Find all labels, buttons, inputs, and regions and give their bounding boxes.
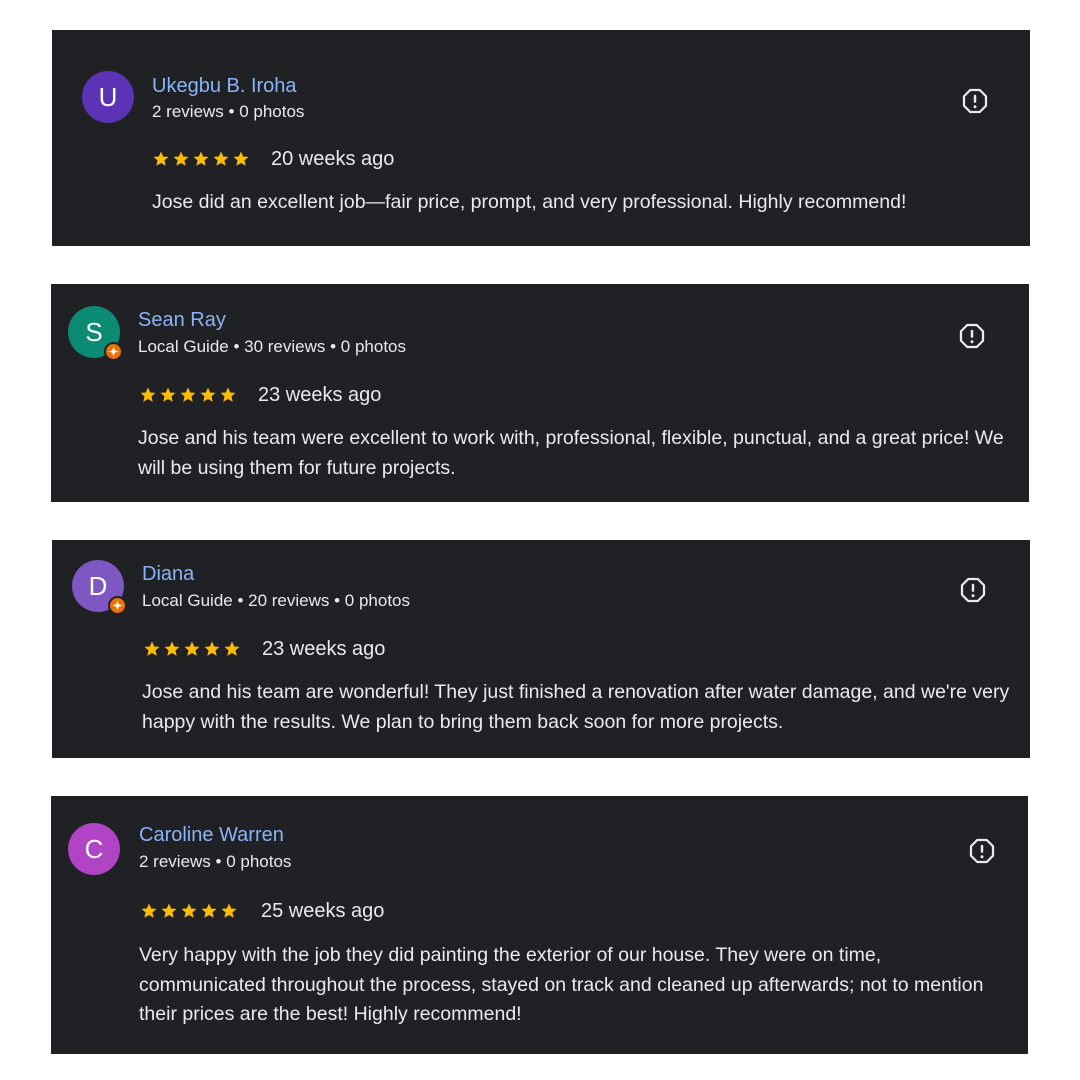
reviewer-name[interactable]: Sean Ray (138, 308, 226, 332)
star-icon (181, 903, 197, 918)
reviewer-name[interactable]: Caroline Warren (139, 823, 284, 847)
review-card: S Sean Ray Local Guide • 30 reviews • 0 … (51, 284, 1029, 502)
star-icon (184, 641, 200, 656)
star-icon (140, 387, 156, 402)
review-text: Very happy with the job they did paintin… (139, 944, 984, 1025)
star-icon (233, 151, 249, 166)
review-card: D Diana Local Guide • 20 reviews • 0 pho… (52, 540, 1030, 758)
report-button[interactable] (958, 575, 988, 605)
avatar[interactable]: D (72, 560, 127, 615)
star-icon (221, 903, 237, 918)
report-flag-icon (962, 88, 988, 114)
avatar[interactable]: C (68, 823, 120, 875)
star-rating (139, 386, 237, 404)
reviewer-meta: 2 reviews • 0 photos (152, 102, 305, 121)
avatar[interactable]: U (82, 71, 134, 123)
reviewer-name[interactable]: Diana (142, 562, 194, 586)
report-button[interactable] (960, 86, 990, 116)
local-guide-badge-icon (108, 596, 127, 615)
star-icon (160, 387, 176, 402)
review-text: Jose did an excellent job—fair price, pr… (152, 191, 907, 213)
review-card: C Caroline Warren 2 reviews • 0 photos 2… (51, 796, 1028, 1054)
star-icon (224, 641, 240, 656)
star-icon (173, 151, 189, 166)
report-flag-icon (960, 577, 986, 603)
report-flag-icon (959, 323, 985, 349)
avatar-initial: D (88, 570, 108, 601)
star-icon (180, 387, 196, 402)
review-date: 23 weeks ago (262, 638, 386, 660)
review-date: 20 weeks ago (271, 148, 395, 170)
local-guide-badge-icon (104, 342, 123, 361)
star-icon (200, 387, 216, 402)
reviewer-meta: Local Guide • 30 reviews • 0 photos (138, 337, 406, 356)
star-icon (164, 641, 180, 656)
star-icon (201, 903, 217, 918)
star-icon (144, 641, 160, 656)
star-icon (153, 151, 169, 166)
star-icon (220, 387, 236, 402)
star-rating (152, 150, 250, 168)
avatar-initial: S (85, 316, 103, 347)
report-button[interactable] (967, 836, 997, 866)
star-icon (193, 151, 209, 166)
star-icon (161, 903, 177, 918)
review-text: Jose and his team were excellent to work… (138, 427, 1004, 479)
star-icon (204, 641, 220, 656)
review-text: Jose and his team are wonderful! They ju… (142, 681, 1010, 733)
star-rating (143, 640, 241, 658)
avatar[interactable]: S (68, 306, 123, 361)
review-date: 25 weeks ago (261, 900, 385, 922)
avatar-initial: U (98, 81, 118, 112)
reviewer-meta: 2 reviews • 0 photos (139, 852, 292, 871)
reviewer-name[interactable]: Ukegbu B. Iroha (152, 74, 297, 98)
star-icon (141, 903, 157, 918)
reviewer-meta: Local Guide • 20 reviews • 0 photos (142, 591, 410, 610)
review-date: 23 weeks ago (258, 384, 382, 406)
star-rating (140, 902, 238, 920)
review-card: U Ukegbu B. Iroha 2 reviews • 0 photos 2… (52, 30, 1030, 246)
report-flag-icon (969, 838, 995, 864)
avatar-initial: C (84, 833, 104, 864)
report-button[interactable] (957, 321, 987, 351)
star-icon (213, 151, 229, 166)
